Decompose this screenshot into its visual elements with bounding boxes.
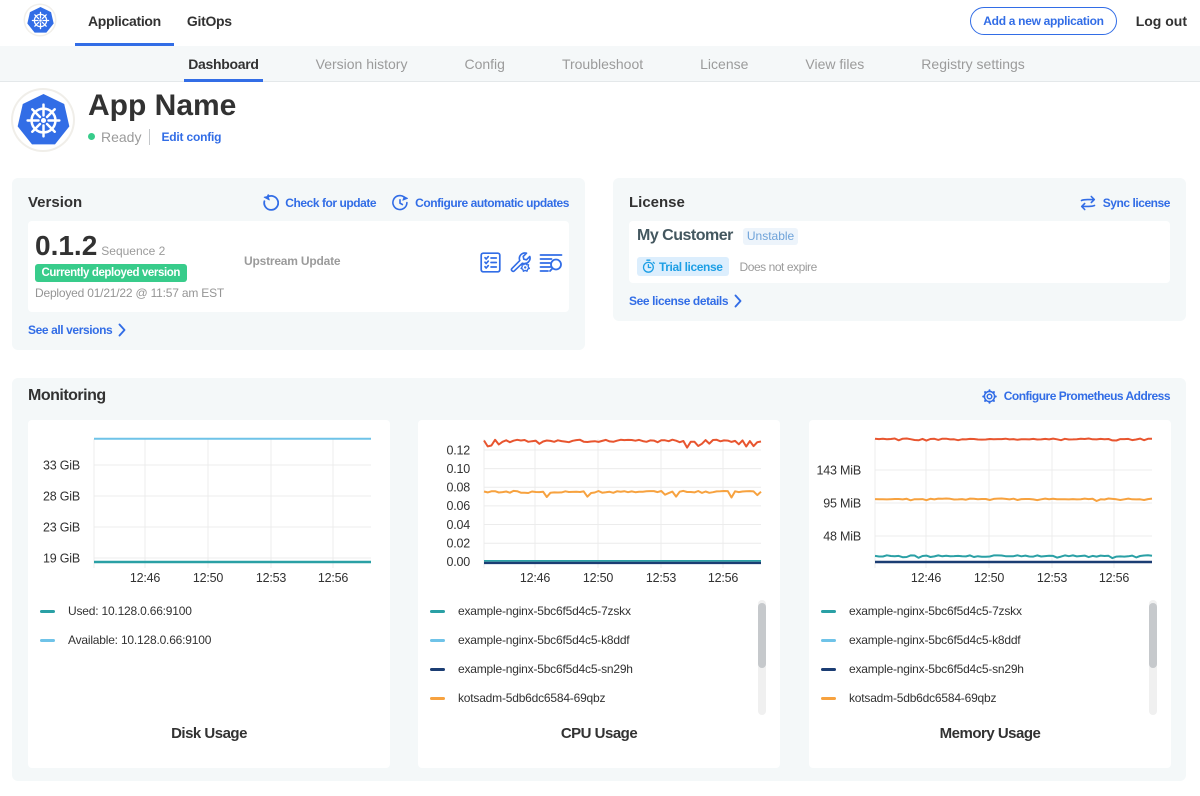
svg-text:12:53: 12:53 — [256, 571, 287, 585]
svg-text:12:50: 12:50 — [193, 571, 224, 585]
svg-text:12:53: 12:53 — [1037, 571, 1068, 585]
svg-text:33 GiB: 33 GiB — [43, 458, 80, 472]
svg-text:12:46: 12:46 — [911, 571, 942, 585]
svg-text:12:46: 12:46 — [520, 571, 551, 585]
svg-text:23 GiB: 23 GiB — [43, 520, 80, 534]
svg-text:48 MiB: 48 MiB — [823, 529, 861, 543]
svg-text:95 MiB: 95 MiB — [823, 496, 861, 510]
svg-text:0.08: 0.08 — [446, 481, 470, 495]
svg-text:143 MiB: 143 MiB — [817, 463, 861, 477]
svg-text:0.10: 0.10 — [446, 462, 470, 476]
svg-text:0.02: 0.02 — [446, 537, 470, 551]
svg-text:0.06: 0.06 — [446, 499, 470, 513]
svg-text:12:56: 12:56 — [708, 571, 739, 585]
svg-text:12:56: 12:56 — [1099, 571, 1130, 585]
svg-text:12:56: 12:56 — [318, 571, 349, 585]
svg-text:12:50: 12:50 — [583, 571, 614, 585]
svg-text:19 GiB: 19 GiB — [43, 551, 80, 565]
svg-text:12:53: 12:53 — [646, 571, 677, 585]
svg-text:28 GiB: 28 GiB — [43, 489, 80, 503]
svg-text:0.12: 0.12 — [446, 443, 470, 457]
svg-text:0.00: 0.00 — [446, 555, 470, 569]
svg-text:12:50: 12:50 — [974, 571, 1005, 585]
svg-text:0.04: 0.04 — [446, 518, 470, 532]
svg-text:12:46: 12:46 — [130, 571, 161, 585]
